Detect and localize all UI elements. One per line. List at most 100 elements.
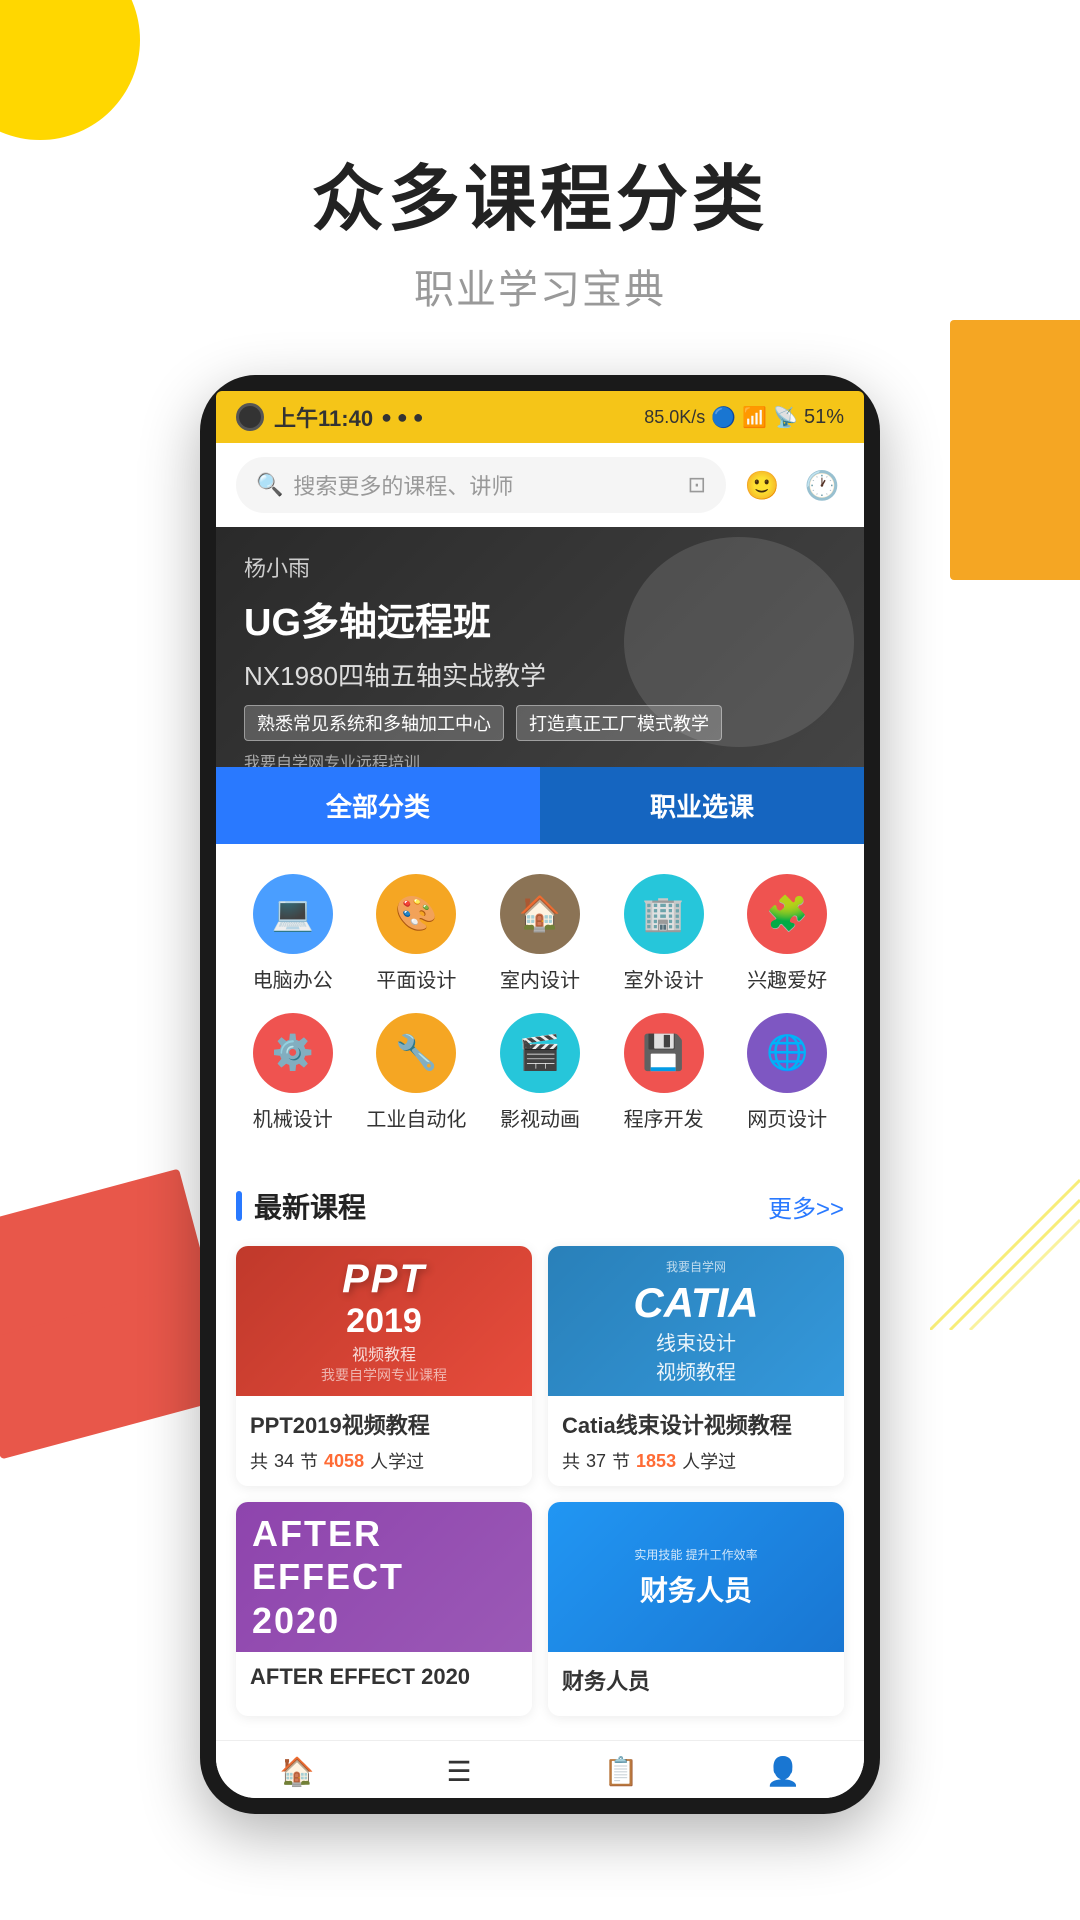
- category-label-8: 程序开发: [624, 1103, 704, 1132]
- scan-icon[interactable]: ⊡: [688, 472, 706, 498]
- category-label-4: 兴趣爱好: [747, 964, 827, 993]
- network-speed-text: 85.0K/s: [644, 407, 705, 428]
- category-label-1: 平面设计: [376, 964, 456, 993]
- course-info-finance: 财务人员: [548, 1652, 844, 1716]
- category-item-1[interactable]: 🎨 平面设计: [360, 874, 474, 993]
- battery-text: 51%: [804, 406, 844, 429]
- category-icon-4: 🧩: [747, 874, 827, 954]
- course-info-ppt2019: PPT2019视频教程 共 34 节 4058 人学过: [236, 1396, 532, 1486]
- course-meta-ppt2019: 共 34 节 4058 人学过: [250, 1448, 518, 1474]
- sections-unit: 节: [612, 1448, 630, 1474]
- category-grid: 💻 电脑办公 🎨 平面设计 🏠 室内设计 🏢 室外设计 🧩 兴趣爱好 ⚙️ 机械…: [236, 874, 844, 1132]
- bottom-nav: 🏠 ☰ 📋 👤: [216, 1740, 864, 1798]
- course-name-ae2020: AFTER EFFECT 2020: [250, 1664, 518, 1690]
- banner-tag-1: 熟悉常见系统和多轴加工中心: [244, 705, 504, 741]
- course-card-ae2020[interactable]: AFTEREFFECT2020 AFTER EFFECT 2020: [236, 1502, 532, 1716]
- learners-label: 人学过: [370, 1448, 424, 1474]
- status-dot: ● ● ●: [381, 407, 424, 428]
- career-selection-button[interactable]: 职业选课: [540, 767, 864, 844]
- sections-unit: 节: [300, 1448, 318, 1474]
- category-icon-9: 🌐: [747, 1013, 827, 1093]
- category-icon-7: 🎬: [500, 1013, 580, 1093]
- all-categories-button[interactable]: 全部分类: [216, 767, 540, 844]
- nav-item-2[interactable]: 📋: [540, 1755, 702, 1788]
- status-bar: 上午11:40 ● ● ● 85.0K/s 🔵 📶 📡 51%: [216, 391, 864, 443]
- nav-item-1[interactable]: ☰: [378, 1755, 540, 1788]
- banner-subtitle: NX1980四轴五轴实战教学: [244, 656, 836, 693]
- search-icon: 🔍: [256, 472, 283, 498]
- category-card: 💻 电脑办公 🎨 平面设计 🏠 室内设计 🏢 室外设计 🧩 兴趣爱好 ⚙️ 机械…: [216, 844, 864, 1162]
- clock-icon[interactable]: 🕐: [800, 463, 844, 507]
- category-label-9: 网页设计: [747, 1103, 827, 1132]
- learners-num: 4058: [324, 1451, 364, 1472]
- course-name-catia: Catia线束设计视频教程: [562, 1408, 830, 1440]
- signal-icon: 📶: [742, 405, 767, 430]
- status-icons: 85.0K/s 🔵 📶 📡 51%: [644, 405, 844, 430]
- phone-mockup: 上午11:40 ● ● ● 85.0K/s 🔵 📶 📡 51% 🔍 搜索更多的课…: [0, 375, 1080, 1814]
- category-item-4[interactable]: 🧩 兴趣爱好: [730, 874, 844, 993]
- category-icon-1: 🎨: [376, 874, 456, 954]
- category-item-2[interactable]: 🏠 室内设计: [483, 874, 597, 993]
- category-icon-2: 🏠: [500, 874, 580, 954]
- course-thumb-finance: 实用技能 提升工作效率 财务人员: [548, 1502, 844, 1652]
- course-card-catia[interactable]: 我要自学网 CATIA 线束设计视频教程 Catia线束设计视频教程 共 37 …: [548, 1246, 844, 1486]
- wifi-icon: 📡: [773, 405, 798, 430]
- category-item-3[interactable]: 🏢 室外设计: [607, 874, 721, 993]
- category-label-3: 室外设计: [624, 964, 704, 993]
- banner-small-text: 我要自学网专业远程培训: [244, 749, 836, 767]
- course-name-ppt2019: PPT2019视频教程: [250, 1408, 518, 1440]
- nav-item-3[interactable]: 👤: [702, 1755, 864, 1788]
- category-item-0[interactable]: 💻 电脑办公: [236, 874, 350, 993]
- course-thumb-ae2020: AFTEREFFECT2020: [236, 1502, 532, 1652]
- course-banner[interactable]: 杨小雨 UG多轴远程班 NX1980四轴五轴实战教学 熟悉常见系统和多轴加工中心…: [216, 527, 864, 767]
- category-label-5: 机械设计: [253, 1103, 333, 1132]
- sections-num: 37: [586, 1451, 606, 1472]
- category-label-0: 电脑办公: [253, 964, 333, 993]
- search-action-icons: 🙂 🕐: [740, 463, 844, 507]
- category-icon-5: ⚙️: [253, 1013, 333, 1093]
- phone-frame: 上午11:40 ● ● ● 85.0K/s 🔵 📶 📡 51% 🔍 搜索更多的课…: [200, 375, 880, 1814]
- category-label-7: 影视动画: [500, 1103, 580, 1132]
- hero-section: 众多课程分类 职业学习宝典: [0, 0, 1080, 355]
- sections-num: 34: [274, 1451, 294, 1472]
- sections-label: 共: [250, 1448, 268, 1474]
- smiley-icon[interactable]: 🙂: [740, 463, 784, 507]
- category-label-6: 工业自动化: [366, 1103, 466, 1132]
- nav-icon-2: 📋: [604, 1755, 639, 1788]
- category-icon-3: 🏢: [624, 874, 704, 954]
- status-time: 上午11:40: [274, 401, 373, 433]
- course-thumb-catia: 我要自学网 CATIA 线束设计视频教程: [548, 1246, 844, 1396]
- hero-subtitle: 职业学习宝典: [0, 257, 1080, 315]
- search-input-box[interactable]: 🔍 搜索更多的课程、讲师 ⊡: [236, 457, 726, 513]
- course-name-finance: 财务人员: [562, 1664, 830, 1696]
- course-meta-catia: 共 37 节 1853 人学过: [562, 1448, 830, 1474]
- banner-author: 杨小雨: [244, 551, 836, 583]
- banner-tags: 熟悉常见系统和多轴加工中心 打造真正工厂模式教学: [244, 705, 836, 741]
- learners-label: 人学过: [682, 1448, 736, 1474]
- category-icon-6: 🔧: [376, 1013, 456, 1093]
- nav-item-0[interactable]: 🏠: [216, 1755, 378, 1788]
- nav-icon-3: 👤: [766, 1755, 801, 1788]
- phone-screen: 🔍 搜索更多的课程、讲师 ⊡ 🙂 🕐 杨小雨 UG多轴远程班 NX1980四轴五…: [216, 443, 864, 1798]
- category-label-2: 室内设计: [500, 964, 580, 993]
- category-item-8[interactable]: 💾 程序开发: [607, 1013, 721, 1132]
- category-item-5[interactable]: ⚙️ 机械设计: [236, 1013, 350, 1132]
- category-item-9[interactable]: 🌐 网页设计: [730, 1013, 844, 1132]
- banner-content: 杨小雨 UG多轴远程班 NX1980四轴五轴实战教学 熟悉常见系统和多轴加工中心…: [216, 527, 864, 767]
- banner-title: UG多轴远程班: [244, 591, 836, 646]
- search-placeholder: 搜索更多的课程、讲师: [293, 469, 513, 501]
- latest-section: 最新课程 更多>> PPT 2019 视频教程 我要自学网专业课程 PPT201…: [216, 1162, 864, 1740]
- more-link[interactable]: 更多>>: [768, 1189, 844, 1224]
- course-grid: PPT 2019 视频教程 我要自学网专业课程 PPT2019视频教程 共 34…: [236, 1246, 844, 1716]
- hero-title: 众多课程分类: [0, 140, 1080, 245]
- sections-label: 共: [562, 1448, 580, 1474]
- category-item-7[interactable]: 🎬 影视动画: [483, 1013, 597, 1132]
- category-item-6[interactable]: 🔧 工业自动化: [360, 1013, 474, 1132]
- course-card-ppt2019[interactable]: PPT 2019 视频教程 我要自学网专业课程 PPT2019视频教程 共 34…: [236, 1246, 532, 1486]
- camera-cutout: [236, 403, 264, 431]
- banner-tag-2: 打造真正工厂模式教学: [516, 705, 722, 741]
- latest-header: 最新课程 更多>>: [236, 1186, 844, 1226]
- course-card-finance[interactable]: 实用技能 提升工作效率 财务人员 财务人员: [548, 1502, 844, 1716]
- course-thumb-ppt2019: PPT 2019 视频教程 我要自学网专业课程: [236, 1246, 532, 1396]
- latest-title: 最新课程: [254, 1186, 366, 1226]
